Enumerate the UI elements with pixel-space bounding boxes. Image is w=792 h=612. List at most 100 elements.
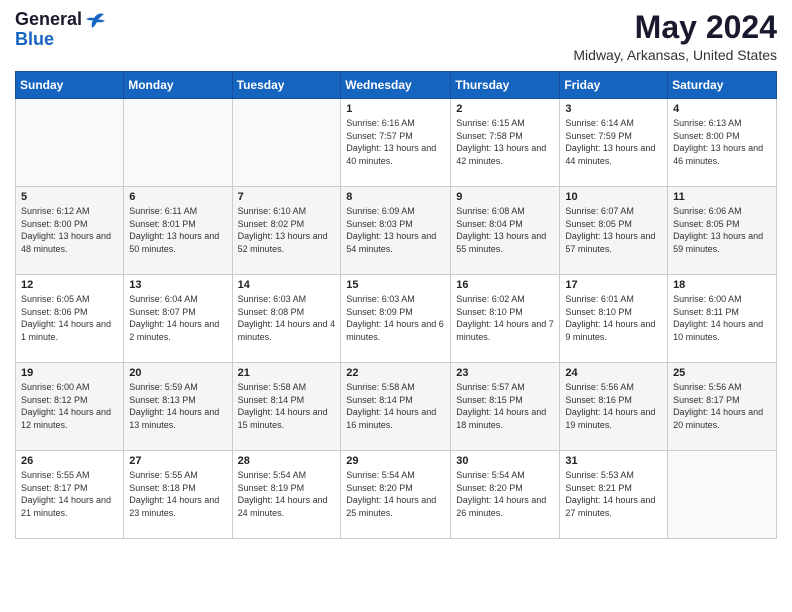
- cell-content: Sunrise: 5:54 AM Sunset: 8:19 PM Dayligh…: [238, 469, 336, 519]
- calendar-cell: 11 Sunrise: 6:06 AM Sunset: 8:05 PM Dayli…: [668, 187, 777, 275]
- day-number: 22: [346, 367, 445, 379]
- day-of-week-header: Tuesday: [232, 72, 341, 99]
- cell-content: Sunrise: 6:05 AM Sunset: 8:06 PM Dayligh…: [21, 293, 118, 343]
- day-of-week-header: Friday: [560, 72, 668, 99]
- calendar: SundayMondayTuesdayWednesdayThursdayFrid…: [15, 71, 777, 539]
- day-number: 12: [21, 279, 118, 291]
- day-number: 10: [565, 191, 662, 203]
- logo-bird-icon: [84, 10, 106, 30]
- day-of-week-header: Sunday: [16, 72, 124, 99]
- logo: General Blue: [15, 10, 106, 50]
- calendar-cell: 30 Sunrise: 5:54 AM Sunset: 8:20 PM Dayli…: [451, 451, 560, 539]
- day-of-week-header: Wednesday: [341, 72, 451, 99]
- calendar-cell: 8Sunrise: 6:09 AM Sunset: 8:03 PM Daylig…: [341, 187, 451, 275]
- calendar-cell: 1Sunrise: 6:16 AM Sunset: 7:57 PM Daylig…: [341, 99, 451, 187]
- day-number: 4: [673, 103, 771, 115]
- calendar-week-row: 5 Sunrise: 6:12 AM Sunset: 8:00 PM Daylig…: [16, 187, 777, 275]
- day-number: 28: [238, 455, 336, 467]
- calendar-cell: 31Sunrise: 5:53 AM Sunset: 8:21 PM Dayli…: [560, 451, 668, 539]
- day-number: 15: [346, 279, 445, 291]
- calendar-cell: 21 Sunrise: 5:58 AM Sunset: 8:14 PM Dayli…: [232, 363, 341, 451]
- cell-content: Sunrise: 5:58 AM Sunset: 8:14 PM Dayligh…: [346, 381, 445, 431]
- cell-content: Sunrise: 5:54 AM Sunset: 8:20 PM Dayligh…: [456, 469, 554, 519]
- cell-content: Sunrise: 6:11 AM Sunset: 8:01 PM Dayligh…: [129, 205, 226, 255]
- day-number: 5: [21, 191, 118, 203]
- calendar-cell: 2Sunrise: 6:15 AM Sunset: 7:58 PM Daylig…: [451, 99, 560, 187]
- cell-content: Sunrise: 6:00 AM Sunset: 8:11 PM Dayligh…: [673, 293, 771, 343]
- day-number: 6: [129, 191, 226, 203]
- calendar-cell: 6 Sunrise: 6:11 AM Sunset: 8:01 PM Daylig…: [124, 187, 232, 275]
- calendar-cell: 7Sunrise: 6:10 AM Sunset: 8:02 PM Daylig…: [232, 187, 341, 275]
- cell-content: Sunrise: 6:07 AM Sunset: 8:05 PM Dayligh…: [565, 205, 662, 255]
- calendar-cell: 14 Sunrise: 6:03 AM Sunset: 8:08 PM Dayli…: [232, 275, 341, 363]
- calendar-cell: 25Sunrise: 5:56 AM Sunset: 8:17 PM Dayli…: [668, 363, 777, 451]
- cell-content: Sunrise: 6:02 AM Sunset: 8:10 PM Dayligh…: [456, 293, 554, 343]
- cell-content: Sunrise: 6:10 AM Sunset: 8:02 PM Dayligh…: [238, 205, 336, 255]
- cell-content: Sunrise: 5:54 AM Sunset: 8:20 PM Dayligh…: [346, 469, 445, 519]
- calendar-cell: 18 Sunrise: 6:00 AM Sunset: 8:11 PM Dayli…: [668, 275, 777, 363]
- cell-content: Sunrise: 6:14 AM Sunset: 7:59 PM Dayligh…: [565, 117, 662, 167]
- calendar-week-row: 26 Sunrise: 5:55 AM Sunset: 8:17 PM Dayli…: [16, 451, 777, 539]
- day-number: 21: [238, 367, 336, 379]
- calendar-cell: 29Sunrise: 5:54 AM Sunset: 8:20 PM Dayli…: [341, 451, 451, 539]
- cell-content: Sunrise: 6:12 AM Sunset: 8:00 PM Dayligh…: [21, 205, 118, 255]
- day-number: 24: [565, 367, 662, 379]
- calendar-cell: 19 Sunrise: 6:00 AM Sunset: 8:12 PM Dayli…: [16, 363, 124, 451]
- calendar-cell: 26 Sunrise: 5:55 AM Sunset: 8:17 PM Dayli…: [16, 451, 124, 539]
- calendar-cell: 28 Sunrise: 5:54 AM Sunset: 8:19 PM Dayli…: [232, 451, 341, 539]
- calendar-cell: 3 Sunrise: 6:14 AM Sunset: 7:59 PM Daylig…: [560, 99, 668, 187]
- header: General Blue May 2024 Midway, Arkansas, …: [15, 10, 777, 63]
- location: Midway, Arkansas, United States: [573, 47, 777, 63]
- calendar-cell: 22 Sunrise: 5:58 AM Sunset: 8:14 PM Dayli…: [341, 363, 451, 451]
- day-number: 13: [129, 279, 226, 291]
- calendar-cell: 4 Sunrise: 6:13 AM Sunset: 8:00 PM Daylig…: [668, 99, 777, 187]
- day-number: 11: [673, 191, 771, 203]
- cell-content: Sunrise: 5:58 AM Sunset: 8:14 PM Dayligh…: [238, 381, 336, 431]
- day-of-week-header: Monday: [124, 72, 232, 99]
- cell-content: Sunrise: 5:55 AM Sunset: 8:18 PM Dayligh…: [129, 469, 226, 519]
- cell-content: Sunrise: 5:59 AM Sunset: 8:13 PM Dayligh…: [129, 381, 226, 431]
- calendar-cell: 12 Sunrise: 6:05 AM Sunset: 8:06 PM Dayli…: [16, 275, 124, 363]
- day-number: 18: [673, 279, 771, 291]
- logo-general: General: [15, 10, 82, 30]
- calendar-week-row: 12 Sunrise: 6:05 AM Sunset: 8:06 PM Dayli…: [16, 275, 777, 363]
- cell-content: Sunrise: 5:53 AM Sunset: 8:21 PM Dayligh…: [565, 469, 662, 519]
- cell-content: Sunrise: 5:56 AM Sunset: 8:16 PM Dayligh…: [565, 381, 662, 431]
- calendar-cell: 27 Sunrise: 5:55 AM Sunset: 8:18 PM Dayli…: [124, 451, 232, 539]
- day-number: 27: [129, 455, 226, 467]
- cell-content: Sunrise: 6:00 AM Sunset: 8:12 PM Dayligh…: [21, 381, 118, 431]
- day-number: 30: [456, 455, 554, 467]
- day-number: 19: [21, 367, 118, 379]
- cell-content: Sunrise: 6:08 AM Sunset: 8:04 PM Dayligh…: [456, 205, 554, 255]
- calendar-cell: 13Sunrise: 6:04 AM Sunset: 8:07 PM Dayli…: [124, 275, 232, 363]
- day-number: 1: [346, 103, 445, 115]
- cell-content: Sunrise: 6:03 AM Sunset: 8:08 PM Dayligh…: [238, 293, 336, 343]
- cell-content: Sunrise: 5:56 AM Sunset: 8:17 PM Dayligh…: [673, 381, 771, 431]
- day-number: 14: [238, 279, 336, 291]
- day-number: 26: [21, 455, 118, 467]
- calendar-cell: 23Sunrise: 5:57 AM Sunset: 8:15 PM Dayli…: [451, 363, 560, 451]
- calendar-cell: 5 Sunrise: 6:12 AM Sunset: 8:00 PM Daylig…: [16, 187, 124, 275]
- calendar-cell: 20 Sunrise: 5:59 AM Sunset: 8:13 PM Dayli…: [124, 363, 232, 451]
- cell-content: Sunrise: 6:06 AM Sunset: 8:05 PM Dayligh…: [673, 205, 771, 255]
- day-of-week-header: Saturday: [668, 72, 777, 99]
- day-of-week-header: Thursday: [451, 72, 560, 99]
- calendar-week-row: 19 Sunrise: 6:00 AM Sunset: 8:12 PM Dayli…: [16, 363, 777, 451]
- day-number: 20: [129, 367, 226, 379]
- day-number: 17: [565, 279, 662, 291]
- day-number: 16: [456, 279, 554, 291]
- day-number: 3: [565, 103, 662, 115]
- cell-content: Sunrise: 6:15 AM Sunset: 7:58 PM Dayligh…: [456, 117, 554, 167]
- calendar-cell: 16 Sunrise: 6:02 AM Sunset: 8:10 PM Dayli…: [451, 275, 560, 363]
- calendar-cell: 9Sunrise: 6:08 AM Sunset: 8:04 PM Daylig…: [451, 187, 560, 275]
- logo-blue: Blue: [15, 30, 54, 50]
- cell-content: Sunrise: 5:57 AM Sunset: 8:15 PM Dayligh…: [456, 381, 554, 431]
- calendar-cell: 17Sunrise: 6:01 AM Sunset: 8:10 PM Dayli…: [560, 275, 668, 363]
- month-year: May 2024: [573, 10, 777, 45]
- calendar-cell: 15 Sunrise: 6:03 AM Sunset: 8:09 PM Dayli…: [341, 275, 451, 363]
- day-number: 8: [346, 191, 445, 203]
- calendar-cell: 24 Sunrise: 5:56 AM Sunset: 8:16 PM Dayli…: [560, 363, 668, 451]
- cell-content: Sunrise: 5:55 AM Sunset: 8:17 PM Dayligh…: [21, 469, 118, 519]
- cell-content: Sunrise: 6:13 AM Sunset: 8:00 PM Dayligh…: [673, 117, 771, 167]
- cell-content: Sunrise: 6:03 AM Sunset: 8:09 PM Dayligh…: [346, 293, 445, 343]
